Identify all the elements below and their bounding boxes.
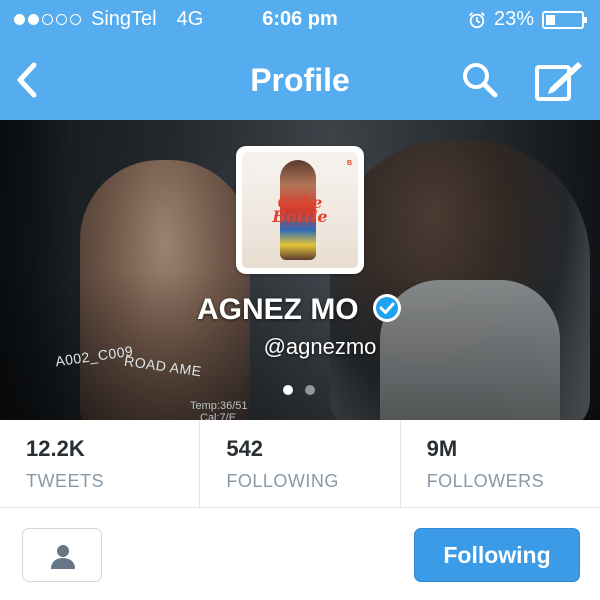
pager-dot-active[interactable] <box>283 385 293 395</box>
nav-bar: Profile <box>0 40 600 120</box>
following-button[interactable]: Following <box>414 528 580 582</box>
header-pager[interactable] <box>283 385 315 395</box>
verified-badge-icon <box>373 294 401 322</box>
banner-text: Cal:7/E <box>200 412 237 420</box>
stat-value: 542 <box>226 436 264 461</box>
avatar[interactable]: Coke Bottle B <box>236 146 364 274</box>
profile-handle: @agnezmo <box>263 334 377 359</box>
profile-name: AGNEZ MO <box>196 293 359 326</box>
stat-tweets[interactable]: 12.2K TWEETS <box>0 420 201 507</box>
stat-value: 9M <box>426 436 458 461</box>
banner-text: Temp:36/51 <box>190 400 248 412</box>
status-bar: SingTel 4G 6:06 pm 23% <box>0 0 600 40</box>
stat-followers[interactable]: 9M FOLLOWERS <box>401 420 600 507</box>
alarm-icon <box>469 11 485 28</box>
battery-percent: 23% <box>493 8 534 30</box>
user-actions-button[interactable] <box>22 528 102 582</box>
stat-following[interactable]: 542 FOLLOWING <box>200 420 401 507</box>
profile-name-row: AGNEZ MO <box>0 292 600 327</box>
status-right: 23% <box>468 8 587 31</box>
stat-label: TWEETS <box>26 471 104 491</box>
person-icon <box>51 545 75 569</box>
avatar-artwork-title: Coke Bottle <box>272 193 328 226</box>
stat-value: 12.2K <box>26 436 85 461</box>
battery-icon <box>542 10 587 29</box>
top-bar: SingTel 4G 6:06 pm 23% Profile <box>0 0 600 120</box>
page-title: Profile <box>250 62 350 98</box>
search-icon[interactable] <box>460 60 500 100</box>
stat-label: FOLLOWERS <box>426 471 545 491</box>
compose-icon[interactable] <box>534 58 584 102</box>
profile-stats: 12.2K TWEETS 542 FOLLOWING 9M FOLLOWERS <box>0 420 600 508</box>
avatar-image: Coke Bottle B <box>242 152 358 268</box>
stat-label: FOLLOWING <box>226 471 339 491</box>
pager-dot[interactable] <box>305 385 315 395</box>
